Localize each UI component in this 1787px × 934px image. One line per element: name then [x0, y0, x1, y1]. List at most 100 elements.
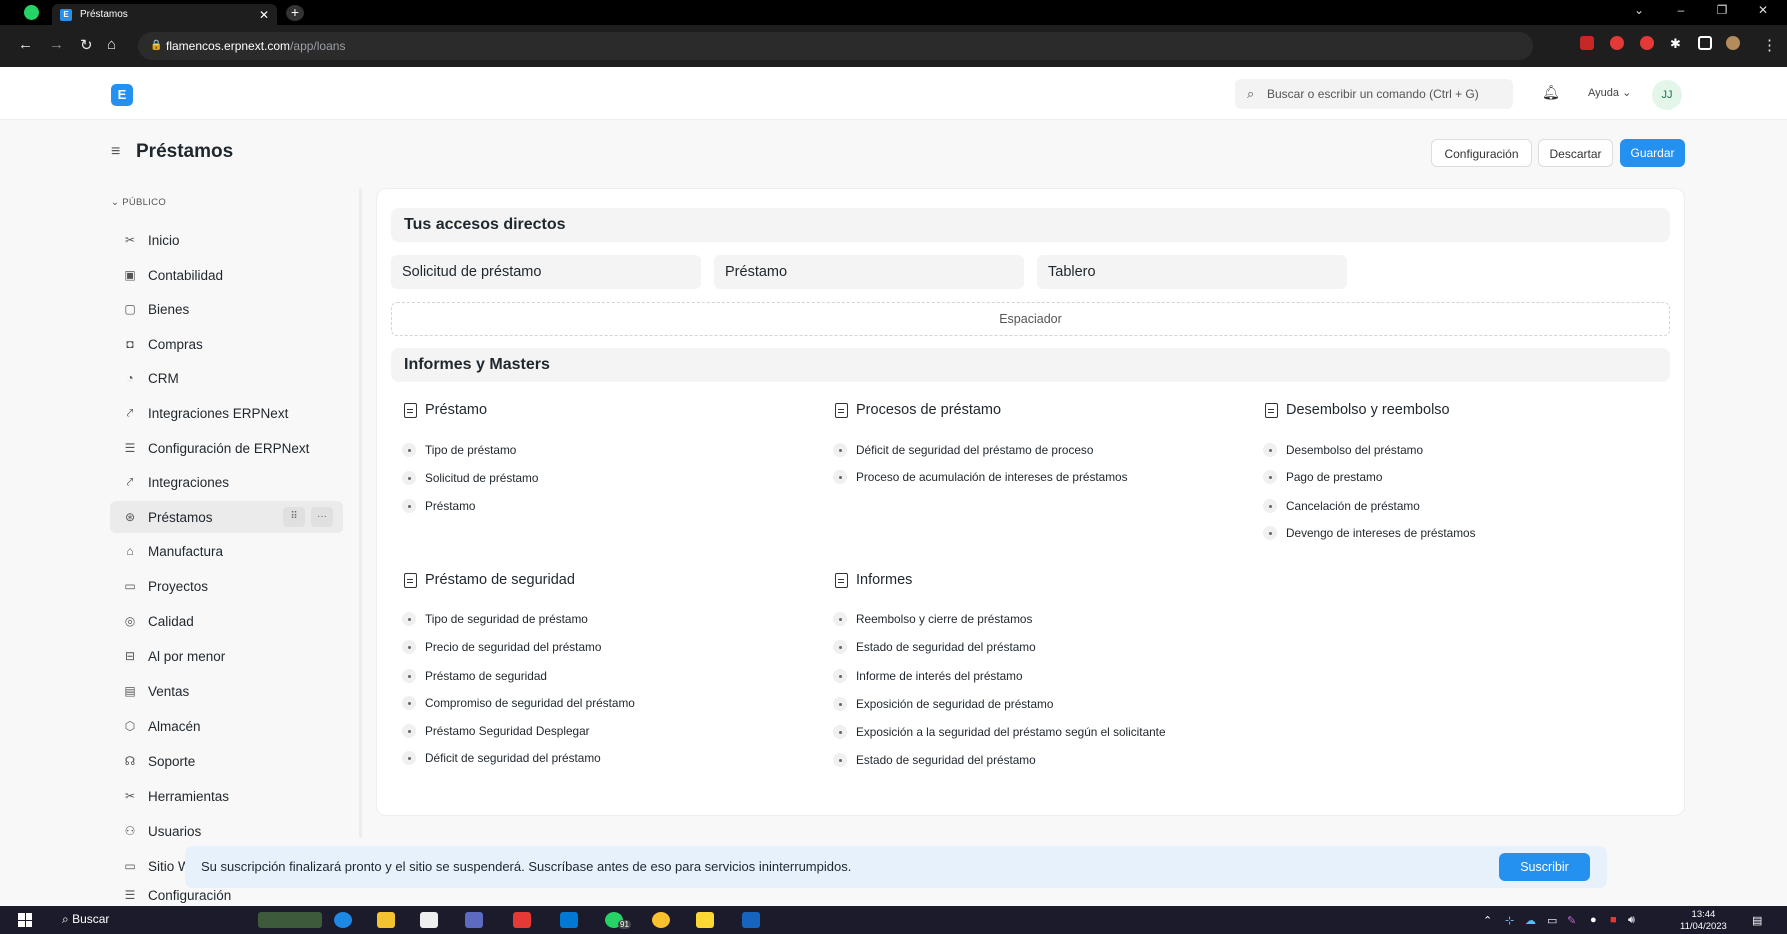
awesomebar-search[interactable]: ⌕ Buscar o escribir un comando (Ctrl + G…: [1235, 79, 1513, 109]
extension-icon[interactable]: [1640, 36, 1654, 50]
link-item[interactable]: Reembolso y cierre de préstamos: [833, 612, 1032, 626]
sidebar-item-configuracion-erpnext[interactable]: ☰ Configuración de ERPNext: [110, 432, 343, 464]
link-item[interactable]: Exposición a la seguridad del préstamo s…: [833, 725, 1166, 739]
notification-bell-icon[interactable]: 🔔︎: [1542, 84, 1560, 101]
sidebar-item-prestamos[interactable]: ⊛ Préstamos ⠿ ···: [110, 501, 343, 533]
feedback-icon[interactable]: [696, 912, 714, 928]
address-bar[interactable]: 🔒 flamencos.erpnext.com/app/loans: [138, 32, 1533, 60]
card-title-informes[interactable]: Informes: [835, 572, 912, 588]
extension-icon[interactable]: [1580, 36, 1594, 50]
save-button[interactable]: Guardar: [1620, 139, 1685, 167]
sidebar-item-proyectos[interactable]: ▭ Proyectos: [110, 570, 343, 602]
notification-center-icon[interactable]: ▤: [1752, 914, 1762, 927]
app-logo[interactable]: E: [111, 84, 133, 106]
link-item[interactable]: Déficit de seguridad del préstamo: [402, 751, 601, 765]
tray-app-icon[interactable]: ■: [1610, 914, 1617, 926]
link-item[interactable]: Devengo de intereses de préstamos: [1263, 526, 1476, 540]
link-item[interactable]: Estado de seguridad del préstamo: [833, 640, 1036, 654]
link-item[interactable]: Déficit de seguridad del préstamo de pro…: [833, 443, 1093, 457]
minimize-icon[interactable]: –: [1670, 3, 1692, 17]
sidebar-toggle-icon[interactable]: ≡: [111, 143, 120, 161]
link-item[interactable]: Pago de prestamo: [1263, 470, 1382, 484]
configuration-button[interactable]: Configuración: [1431, 139, 1532, 167]
link-item[interactable]: Proceso de acumulación de intereses de p…: [833, 470, 1127, 484]
browser-tab[interactable]: E Préstamos ✕: [52, 4, 277, 25]
file-explorer-icon[interactable]: [377, 912, 395, 928]
sidebar-divider[interactable]: [359, 188, 362, 838]
link-item[interactable]: Desembolso del préstamo: [1263, 443, 1423, 457]
shortcut-prestamo[interactable]: Préstamo: [714, 255, 1024, 289]
taskbar-search[interactable]: ⌕ Buscar: [62, 912, 109, 927]
outlook-icon[interactable]: [560, 912, 578, 928]
shortcut-solicitud-prestamo[interactable]: Solicitud de préstamo: [391, 255, 701, 289]
sidebar-item-soporte[interactable]: ☊ Soporte: [110, 745, 343, 777]
link-item[interactable]: Préstamo: [402, 499, 475, 513]
chrome-icon[interactable]: [652, 912, 670, 928]
subscribe-button[interactable]: Suscribir: [1499, 853, 1590, 881]
link-item[interactable]: Préstamo de seguridad: [402, 669, 547, 683]
sidebar-item-almacen[interactable]: ⬡ Almacén: [110, 710, 343, 742]
link-item[interactable]: Préstamo Seguridad Desplegar: [402, 724, 590, 738]
sidebar-item-al-por-menor[interactable]: ⊟ Al por menor: [110, 640, 343, 672]
link-item[interactable]: Solicitud de préstamo: [402, 471, 538, 485]
back-icon[interactable]: ←: [18, 36, 33, 53]
tray-display-icon[interactable]: ▭: [1547, 914, 1557, 927]
whatsapp-pinned-tab-icon[interactable]: [24, 5, 39, 20]
taskbar-clock[interactable]: 13:44 11/04/2023: [1680, 909, 1727, 933]
sidebar-item-contabilidad[interactable]: ▣ Contabilidad: [110, 259, 343, 291]
tab-search-icon[interactable]: ⌄: [1628, 3, 1650, 17]
discard-button[interactable]: Descartar: [1538, 139, 1613, 167]
card-title-desembolso[interactable]: Desembolso y reembolso: [1265, 402, 1450, 418]
anydesk-icon[interactable]: [513, 912, 531, 928]
link-item[interactable]: Estado de seguridad del préstamo: [833, 753, 1036, 767]
puzzle-icon[interactable]: ✱: [1670, 36, 1684, 51]
tray-chevron-icon[interactable]: ⌃: [1483, 914, 1492, 927]
more-options-icon[interactable]: ···: [311, 507, 333, 527]
link-item[interactable]: Cancelación de préstamo: [1263, 499, 1420, 513]
shortcut-tablero[interactable]: Tablero: [1037, 255, 1347, 289]
link-item[interactable]: Tipo de préstamo: [402, 443, 516, 457]
sidebar-item-usuarios[interactable]: ⚇ Usuarios: [110, 815, 343, 847]
sidebar-item-calidad[interactable]: ◎ Calidad: [110, 605, 343, 637]
sidebar-item-inicio[interactable]: ✂ Inicio: [110, 224, 343, 256]
sidebar-item-compras[interactable]: ◘ Compras: [110, 328, 343, 360]
card-title-prestamo-seguridad[interactable]: Préstamo de seguridad: [404, 572, 575, 588]
reload-icon[interactable]: ↻: [80, 36, 93, 54]
word-icon[interactable]: [742, 912, 760, 928]
sidebar-item-manufactura[interactable]: ⌂ Manufactura: [110, 535, 343, 567]
link-item[interactable]: Precio de seguridad del préstamo: [402, 640, 601, 654]
card-title-procesos[interactable]: Procesos de préstamo: [835, 402, 1001, 418]
onedrive-icon[interactable]: ☁: [1525, 914, 1536, 927]
tray-b-icon[interactable]: ●: [1590, 914, 1597, 926]
forward-icon[interactable]: →: [49, 36, 64, 53]
link-item[interactable]: Tipo de seguridad de préstamo: [402, 612, 588, 626]
card-title-prestamo[interactable]: Préstamo: [404, 402, 487, 418]
home-icon[interactable]: ⌂: [107, 36, 116, 53]
link-item[interactable]: Compromiso de seguridad del préstamo: [402, 696, 635, 710]
browser-menu-icon[interactable]: ⋮: [1762, 36, 1777, 54]
window-close-icon[interactable]: ✕: [1752, 3, 1774, 17]
sidepanel-icon[interactable]: [1698, 36, 1712, 50]
restore-icon[interactable]: ❐: [1711, 3, 1733, 17]
weather-widget-icon[interactable]: [258, 912, 322, 928]
sidebar-section-public[interactable]: ⌄ PÚBLICO: [111, 197, 166, 208]
tray-network-icon[interactable]: ⊹: [1505, 914, 1514, 927]
sidebar-item-herramientas[interactable]: ✂ Herramientas: [110, 780, 343, 812]
windows-start-icon[interactable]: [18, 913, 32, 927]
link-item[interactable]: Exposición de seguridad de préstamo: [833, 697, 1053, 711]
help-dropdown[interactable]: Ayuda ⌄: [1588, 86, 1631, 99]
network-app-icon[interactable]: [465, 912, 483, 928]
user-avatar[interactable]: JJ: [1652, 80, 1682, 110]
sidebar-item-crm[interactable]: ◔ CRM: [110, 362, 343, 394]
new-tab-icon[interactable]: +: [286, 5, 304, 21]
sidebar-item-bienes[interactable]: ▢ Bienes: [110, 293, 343, 325]
volume-icon[interactable]: 🔊︎: [1628, 914, 1635, 927]
sidebar-item-integraciones-erpnext[interactable]: ⤤ Integraciones ERPNext: [110, 397, 343, 429]
drag-handle-icon[interactable]: ⠿: [283, 507, 305, 527]
edge-icon[interactable]: [334, 912, 352, 928]
adblock-icon[interactable]: [1610, 36, 1624, 50]
tab-close-icon[interactable]: ✕: [259, 8, 269, 22]
link-item[interactable]: Informe de interés del préstamo: [833, 669, 1023, 683]
pen-icon[interactable]: ✎: [1567, 914, 1576, 927]
sidebar-item-ventas[interactable]: ▤ Ventas: [110, 675, 343, 707]
